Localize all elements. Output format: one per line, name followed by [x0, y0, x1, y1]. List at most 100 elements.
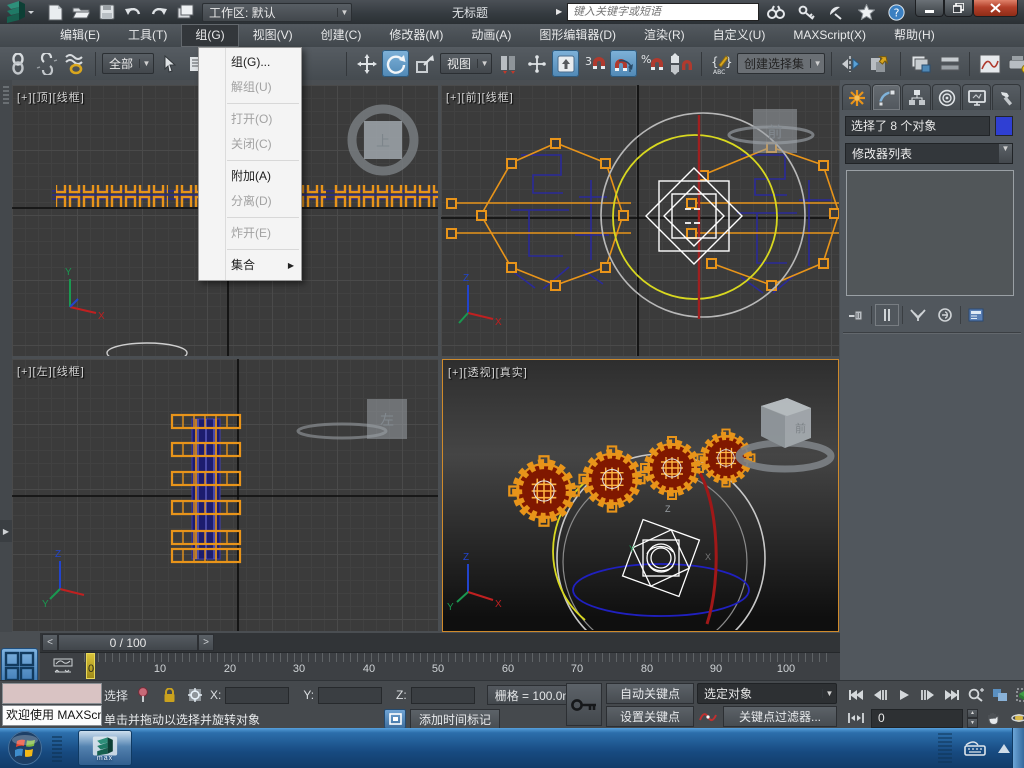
menu-views[interactable]: 视图(V)	[239, 24, 307, 47]
tab-utilities[interactable]	[992, 84, 1021, 110]
isolate-toggle-icon[interactable]	[384, 709, 407, 729]
prev-frame-arrow[interactable]: <	[42, 634, 58, 651]
frame-spinner[interactable]: ▲ ▼	[967, 708, 978, 728]
menu-maxscript[interactable]: MAXScript(X)	[779, 24, 880, 47]
expand-strip-button[interactable]: ▶	[0, 520, 12, 542]
use-pivot-center-icon[interactable]	[494, 50, 521, 77]
go-to-start-button[interactable]	[845, 685, 867, 705]
satellite-icon[interactable]	[825, 2, 847, 22]
play-button[interactable]	[893, 685, 915, 705]
key-curve-icon[interactable]	[697, 706, 719, 726]
zoom-all-icon[interactable]	[989, 685, 1011, 705]
key-icon[interactable]	[795, 2, 817, 22]
named-selection-set-dropdown[interactable]: 创建选择集 ▼	[737, 53, 826, 74]
align-icon[interactable]	[867, 50, 894, 77]
zoom-extents-icon[interactable]	[1013, 685, 1024, 705]
project-folder-icon[interactable]	[174, 2, 196, 22]
zoom-mode-icon[interactable]	[965, 685, 987, 705]
open-file-button[interactable]	[70, 2, 92, 22]
next-frame-button[interactable]	[917, 685, 939, 705]
y-coordinate-input[interactable]	[318, 686, 383, 704]
go-to-end-button[interactable]	[941, 685, 963, 705]
reference-coord-dropdown[interactable]: 视图 ▼	[440, 53, 493, 74]
maxscript-listener-line[interactable]: 欢迎使用 MAXScr	[2, 705, 102, 726]
select-and-scale-icon[interactable]	[411, 50, 438, 77]
taskbar-3dsmax-button[interactable]: max	[78, 730, 132, 766]
select-and-move-icon[interactable]	[353, 50, 380, 77]
viewport-perspective[interactable]: Z Y X 前 Z X Y [+][透视][真实]	[442, 359, 839, 632]
unlink-icon[interactable]	[33, 50, 60, 77]
set-key-big-button[interactable]	[566, 683, 602, 726]
ribbon-toggle-icon[interactable]	[936, 50, 963, 77]
layer-manager-icon[interactable]	[907, 50, 934, 77]
viewport-front-label[interactable]: [+][前][线框]	[446, 89, 514, 105]
search-input[interactable]	[567, 3, 759, 21]
tab-modify[interactable]	[872, 84, 901, 110]
orbit-icon[interactable]	[1008, 708, 1024, 728]
time-slider[interactable]: < 0 / 100 >	[42, 634, 214, 651]
make-unique-button[interactable]	[906, 304, 930, 326]
menu-item-attach[interactable]: 附加(A)	[199, 164, 301, 189]
menu-group[interactable]: 组(G)	[181, 24, 239, 47]
tab-hierarchy[interactable]	[902, 84, 931, 110]
minimize-button[interactable]	[915, 0, 944, 17]
undo-button[interactable]	[122, 2, 144, 22]
time-slider-value[interactable]: 0 / 100	[58, 634, 198, 651]
edit-named-selection-sets-icon[interactable]: {} ABC	[708, 50, 735, 77]
modifier-list-dropdown[interactable]: 修改器列表 ▼	[845, 143, 1013, 164]
app-logo-icon[interactable]	[0, 0, 40, 24]
maxscript-mini-listener[interactable]	[2, 683, 102, 704]
render-setup-icon[interactable]	[1005, 50, 1024, 77]
selection-filter-dropdown[interactable]: 全部 ▼	[102, 53, 155, 74]
key-filters-button[interactable]: 关键点过滤器...	[723, 706, 837, 727]
curve-editor-icon[interactable]	[976, 50, 1003, 77]
keyboard-override-toggle[interactable]	[552, 50, 580, 77]
object-color-swatch[interactable]	[995, 116, 1013, 136]
viewport-left-label[interactable]: [+][左][线框]	[17, 363, 85, 379]
menu-edit[interactable]: 编辑(E)	[46, 24, 114, 47]
search-binoculars-icon[interactable]	[765, 2, 787, 22]
auto-key-button[interactable]: 自动关键点	[606, 683, 694, 704]
select-and-link-icon[interactable]	[4, 50, 31, 77]
tab-display[interactable]	[962, 84, 991, 110]
menu-item-assembly[interactable]: 集合 ▶	[199, 253, 301, 278]
remove-modifier-button[interactable]	[933, 304, 957, 326]
viewport-perspective-label[interactable]: [+][透视][真实]	[448, 364, 528, 380]
configure-modifier-sets-button[interactable]	[964, 304, 988, 326]
selection-status-field[interactable]: 选择了 8 个对象	[845, 116, 990, 136]
tab-create[interactable]	[842, 84, 871, 110]
menu-animation[interactable]: 动画(A)	[457, 24, 525, 47]
pin-stack-button[interactable]	[844, 304, 868, 326]
input-method-keyboard-icon[interactable]	[964, 740, 986, 756]
current-frame-input[interactable]: 0	[871, 708, 963, 728]
redo-button[interactable]	[148, 2, 170, 22]
open-mini-curve-editor-button[interactable]	[50, 656, 76, 676]
tab-motion[interactable]	[932, 84, 961, 110]
x-coordinate-input[interactable]	[225, 686, 290, 704]
menu-customize[interactable]: 自定义(U)	[699, 24, 780, 47]
absolute-mode-icon[interactable]	[184, 685, 206, 705]
menu-rendering[interactable]: 渲染(R)	[630, 24, 699, 47]
viewport-left[interactable]: 左 Z Y [+][左][线框]	[12, 359, 438, 631]
star-icon[interactable]	[855, 2, 877, 22]
search-arrow-icon[interactable]: ▶	[556, 7, 562, 16]
workspace-dropdown[interactable]: 工作区: 默认 ▼	[202, 2, 352, 22]
key-mode-toggle[interactable]	[845, 708, 867, 728]
selection-lock-pin-icon[interactable]	[132, 685, 154, 705]
lock-icon[interactable]	[158, 685, 180, 705]
percent-snap-toggle[interactable]: %	[639, 50, 666, 77]
show-desktop-button[interactable]	[1012, 728, 1024, 768]
select-object-icon[interactable]	[156, 50, 183, 77]
spinner-snap-toggle[interactable]	[668, 50, 695, 77]
next-frame-arrow[interactable]: >	[198, 634, 214, 651]
mirror-icon[interactable]	[838, 50, 865, 77]
toolbar-grip[interactable]	[3, 86, 9, 106]
add-time-tag-button[interactable]: 添加时间标记	[410, 708, 501, 730]
select-and-rotate-icon[interactable]	[382, 50, 410, 77]
modifier-stack-list[interactable]	[846, 170, 1014, 296]
menu-modifiers[interactable]: 修改器(M)	[375, 24, 457, 47]
new-file-button[interactable]	[44, 2, 66, 22]
key-selection-dropdown[interactable]: 选定对象 ▼	[697, 683, 837, 704]
menu-graph-editors[interactable]: 图形编辑器(D)	[525, 24, 630, 47]
previous-frame-button[interactable]	[869, 685, 891, 705]
